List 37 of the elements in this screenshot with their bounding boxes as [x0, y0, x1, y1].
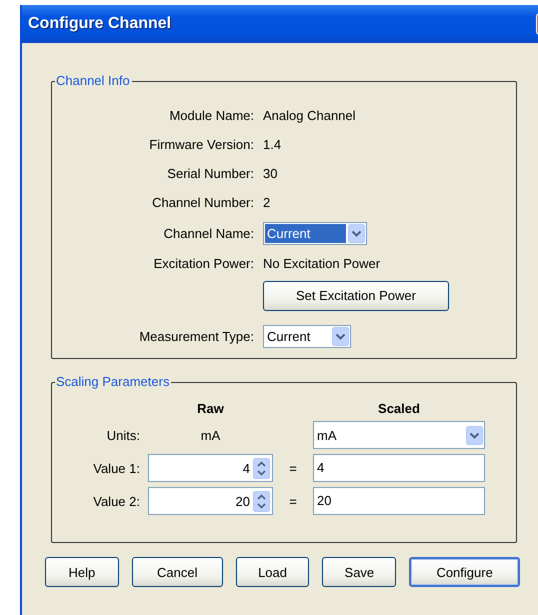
equals-sign: =	[288, 494, 298, 508]
units-value: mA	[200, 428, 222, 442]
spinner-arrows-icon[interactable]	[253, 490, 270, 512]
number-spinner[interactable]: 4	[148, 454, 273, 482]
dialog-button[interactable]: Help	[45, 557, 119, 587]
field-value: 1.4	[263, 137, 282, 152]
field-label: Channel Number:	[151, 195, 255, 210]
input-field[interactable]: 4	[313, 454, 485, 482]
field-label: Firmware Version:	[148, 137, 255, 152]
field-value: Analog Channel	[263, 108, 356, 123]
set-excitation-button[interactable]: Set Excitation Power	[263, 280, 449, 310]
dropdown[interactable]: Current	[263, 325, 351, 348]
field-label: Value 2:	[92, 494, 141, 508]
field-value: No Excitation Power	[263, 256, 380, 271]
field-label: Value 1:	[92, 460, 141, 476]
dropdown[interactable]: Current	[263, 222, 367, 244]
spinner-arrows-icon[interactable]	[253, 458, 270, 478]
equals-sign: =	[288, 460, 298, 476]
group-title: Scaling Parameters	[55, 374, 172, 390]
field-label: Units:	[106, 428, 141, 442]
field-value: 2	[263, 195, 270, 210]
field-value: 30	[263, 166, 278, 181]
field-label: Channel Name:	[162, 226, 255, 240]
field-label: Serial Number:	[166, 166, 255, 181]
dialog-button[interactable]: Load	[236, 557, 310, 587]
dialog-button[interactable]: Cancel	[132, 557, 223, 587]
field-label: Measurement Type:	[138, 329, 255, 344]
dialog-button[interactable]: Save	[322, 557, 396, 587]
input-field[interactable]: 20	[313, 487, 485, 515]
column-header: Scaled	[377, 401, 421, 416]
units-dropdown[interactable]: mA	[313, 421, 485, 449]
dialog-button[interactable]: Configure	[409, 557, 520, 587]
field-label: Excitation Power:	[152, 256, 255, 271]
field-label: Module Name:	[168, 108, 255, 123]
column-header: Raw	[196, 401, 225, 416]
window-title: Configure Channel	[28, 15, 172, 33]
number-spinner[interactable]: 20	[148, 487, 273, 515]
